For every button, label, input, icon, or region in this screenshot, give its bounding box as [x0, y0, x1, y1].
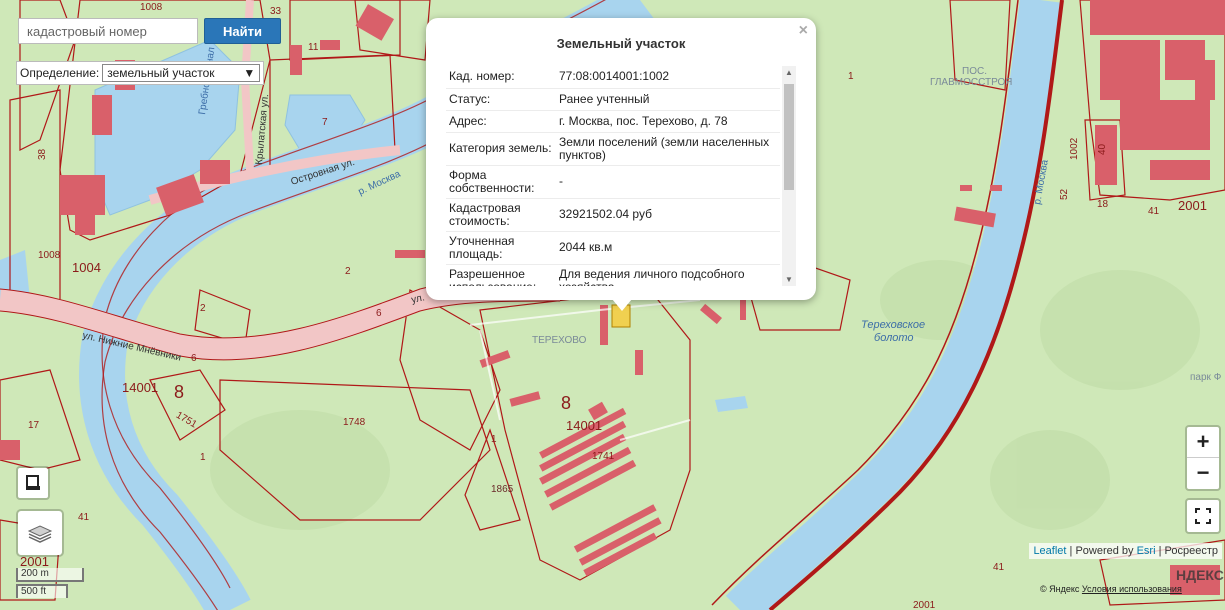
map-label: 1: [848, 71, 854, 82]
property-key: Уточненная площадь:: [446, 231, 556, 265]
property-value: -: [556, 165, 780, 199]
zoom-out-button[interactable]: −: [1187, 458, 1219, 488]
popup-title: Земельный участок: [556, 36, 686, 51]
map-label: 1004: [72, 260, 101, 275]
popup-scrollbar[interactable]: ▲ ▼: [782, 66, 796, 286]
leaflet-link[interactable]: Leaflet: [1033, 545, 1066, 557]
map-label: 41: [78, 512, 90, 523]
property-value: 2044 кв.м: [556, 231, 780, 265]
parcel-properties-table: Кад. номер: 77:08:0014001:1002 Статус: Р…: [446, 66, 780, 286]
map-label: 1: [200, 452, 206, 463]
attribution-text: | Росреестр: [1155, 545, 1218, 557]
scale-bar-imperial: 500 ft: [16, 584, 68, 598]
attribution-text: | Powered by: [1066, 545, 1137, 557]
property-key: Кадастровая стоимость:: [446, 198, 556, 232]
map-label: 1: [491, 434, 497, 445]
map-label: 18: [1097, 199, 1109, 210]
definition-selected-value: земельный участок: [107, 66, 215, 80]
map-label: 6: [191, 353, 197, 364]
popup-content[interactable]: Кад. номер: 77:08:0014001:1002 Статус: Р…: [446, 66, 796, 286]
table-row: Разрешенное использование: Для ведения л…: [446, 264, 780, 286]
find-button[interactable]: Найти: [204, 18, 281, 44]
yandex-copyright: © Яндекс Условия использования: [1040, 584, 1182, 594]
map-label: 1741: [592, 451, 615, 462]
scroll-down-icon[interactable]: ▼: [782, 275, 796, 284]
map-label: 14001: [566, 418, 602, 433]
yandex-copyright-text: © Яндекс: [1040, 584, 1080, 594]
yandex-terms-link[interactable]: Условия использования: [1082, 584, 1182, 594]
search-bar: Найти: [18, 18, 281, 44]
place-label: болото: [874, 332, 914, 344]
yandex-overlay-label: НДЕКС: [1176, 567, 1224, 583]
property-value: Земли поселений (земли населенных пункто…: [556, 132, 780, 166]
map-label: 33: [270, 6, 282, 17]
map-label: 6: [376, 308, 382, 319]
layers-icon: [27, 525, 53, 543]
map-label: 1748: [343, 417, 366, 428]
dropdown-arrow-icon: ▼: [243, 66, 256, 80]
scroll-up-icon[interactable]: ▲: [782, 68, 796, 77]
property-key: Форма собственности:: [446, 165, 556, 199]
place-label: ТЕРЕХОВО: [532, 335, 587, 346]
map-label: 41: [1148, 206, 1160, 217]
map-label: 2: [200, 303, 206, 314]
table-row: Кад. номер: 77:08:0014001:1002: [446, 66, 780, 89]
attribution: Leaflet | Powered by Esri | Росреестр: [1029, 543, 1222, 559]
definition-dropdown[interactable]: земельный участок ▼: [102, 64, 261, 82]
esri-link[interactable]: Esri: [1137, 545, 1156, 557]
table-row: Уточненная площадь: 2044 кв.м: [446, 231, 780, 265]
property-value: 32921502.04 руб: [556, 198, 780, 232]
property-key: Кад. номер:: [446, 66, 556, 89]
definition-selector: Определение: земельный участок ▼: [16, 61, 265, 85]
popup-tip: [612, 299, 632, 311]
layers-button[interactable]: [16, 509, 64, 557]
map-label: 1008: [38, 250, 61, 261]
zoom-control: + −: [1185, 425, 1221, 491]
map-label: 40: [1097, 143, 1108, 155]
map-label: 38: [37, 148, 48, 160]
parcel-popup: × Земельный участок Кад. номер: 77:08:00…: [426, 18, 816, 300]
table-row: Категория земель: Земли поселений (земли…: [446, 132, 780, 166]
property-value: г. Москва, пос. Терехово, д. 78: [556, 110, 780, 133]
map-label: 1865: [491, 484, 514, 495]
place-label: парк Ф: [1190, 372, 1222, 383]
place-label: ПОС.: [962, 66, 987, 77]
property-key: Адрес:: [446, 110, 556, 133]
map-label: 2001: [1178, 198, 1207, 213]
zoom-in-button[interactable]: +: [1187, 427, 1219, 458]
table-row: Адрес: г. Москва, пос. Терехово, д. 78: [446, 110, 780, 133]
map-label: 7: [322, 117, 328, 128]
place-label: Тереховское: [861, 319, 925, 331]
property-value: Для ведения личного подсобного хозяйства: [556, 264, 780, 286]
map-label: 8: [174, 382, 184, 402]
map-label: 52: [1059, 188, 1070, 200]
definition-label: Определение:: [20, 66, 100, 80]
property-key: Категория земель:: [446, 132, 556, 166]
map-label: 41: [993, 562, 1005, 573]
property-value: Ранее учтенный: [556, 88, 780, 111]
map-label: 14001: [122, 380, 158, 395]
cadastral-number-input[interactable]: [18, 18, 198, 44]
print-icon: [26, 475, 40, 490]
map-label: 8: [561, 393, 571, 413]
map-label: 11: [308, 42, 319, 53]
scrollbar-thumb[interactable]: [784, 84, 794, 190]
place-label: ГЛАВМОССТРОЯ: [930, 77, 1012, 88]
fullscreen-button[interactable]: [1185, 498, 1221, 534]
property-key: Статус:: [446, 88, 556, 111]
table-row: Кадастровая стоимость: 32921502.04 руб: [446, 198, 780, 232]
map-label: 1008: [140, 2, 163, 13]
print-map-button[interactable]: [16, 466, 50, 500]
map-label: 1002: [1069, 137, 1080, 160]
scale-bar-metric: 200 m: [16, 568, 84, 582]
table-row: Форма собственности: -: [446, 165, 780, 199]
map-label: 2: [345, 266, 351, 277]
map-label: 17: [28, 420, 40, 431]
fullscreen-icon: [1195, 508, 1211, 524]
property-value: 77:08:0014001:1002: [556, 66, 780, 89]
property-key: Разрешенное использование:: [446, 264, 556, 286]
table-row: Статус: Ранее учтенный: [446, 88, 780, 111]
map-label: 2001: [913, 600, 936, 610]
